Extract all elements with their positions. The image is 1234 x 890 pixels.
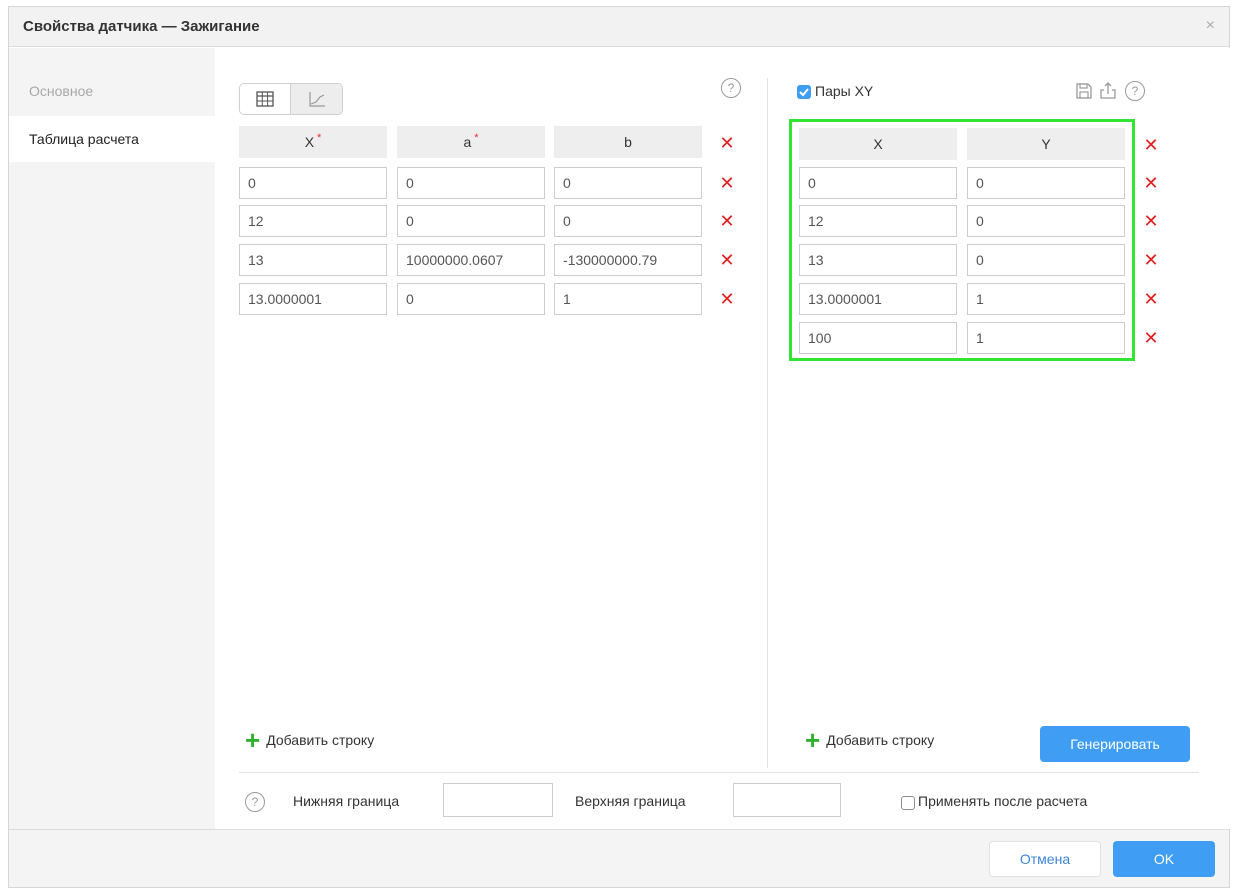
xy-cell-y[interactable]: 0 [967,244,1125,276]
sidebar-item-main[interactable]: Основное [9,68,215,114]
dialog-footer: Отмена OK [9,829,1229,887]
plus-icon: + [245,725,261,755]
sidebar: Основное Таблица расчета [9,48,215,829]
checkmark-icon [799,88,809,97]
delete-row-icon[interactable]: ✕ [719,289,735,309]
table-view-button[interactable] [240,84,291,114]
calc-cell-a[interactable]: 10000000.0607 [397,244,545,276]
delete-row-icon[interactable]: ✕ [1143,289,1159,309]
lower-bound-input[interactable] [443,783,553,817]
upper-bound-input[interactable] [733,783,841,817]
calc-header-a-label: a [463,134,472,150]
xy-help-icon[interactable]: ? [1125,81,1145,101]
calc-header-x: X * [239,126,387,158]
sidebar-item-calc-table[interactable]: Таблица расчета [9,116,215,162]
dialog-titlebar: Свойства датчика — Зажигание × [9,7,1229,47]
view-mode-toggle [239,83,343,115]
calc-header-b: b [554,126,702,158]
plus-icon: + [805,725,821,755]
xy-cell-x[interactable]: 0 [799,167,957,199]
calc-cell-a[interactable]: 0 [397,283,545,315]
apply-after-calc-checkbox[interactable] [901,796,915,810]
xy-cell-x[interactable]: 100 [799,322,957,354]
xy-cell-x[interactable]: 13 [799,244,957,276]
table-view-icon [256,91,274,107]
calc-cell-x[interactable]: 0 [239,167,387,199]
xy-add-row-button[interactable]: + Добавить строку [805,725,935,755]
calc-cell-a[interactable]: 0 [397,205,545,237]
calc-cell-x[interactable]: 13 [239,244,387,276]
calc-header-a: a * [397,126,545,158]
xy-cell-y[interactable]: 1 [967,283,1125,315]
xy-pairs-label[interactable]: Пары XY [815,83,873,99]
delete-row-icon[interactable]: ✕ [719,173,735,193]
xy-add-row-label: Добавить строку [826,732,935,748]
xy-pairs-checkbox[interactable] [797,85,811,99]
xy-cell-y[interactable]: 1 [967,322,1125,354]
bounds-help-icon[interactable]: ? [245,792,265,812]
apply-after-calc-label[interactable]: Применять после расчета [918,793,1087,809]
delete-row-icon[interactable]: ✕ [1143,328,1159,348]
ok-button[interactable]: OK [1113,841,1215,877]
close-icon[interactable]: × [1206,16,1215,36]
xy-header-x: X [799,128,957,160]
dialog-title: Свойства датчика — Зажигание [23,18,260,35]
delete-row-icon[interactable]: ✕ [1143,173,1159,193]
delete-row-icon[interactable]: ✕ [719,211,735,231]
generate-button[interactable]: Генерировать [1040,726,1190,762]
calc-cell-b[interactable]: 0 [554,205,702,237]
delete-row-icon[interactable]: ✕ [1143,211,1159,231]
calc-cell-a[interactable]: 0 [397,167,545,199]
panel-divider [767,78,768,768]
calc-add-row-button[interactable]: + Добавить строку [245,725,375,755]
lower-bound-label: Нижняя граница [293,793,400,809]
xy-cell-y[interactable]: 0 [967,167,1125,199]
delete-row-icon[interactable]: ✕ [1143,250,1159,270]
cancel-button[interactable]: Отмена [989,841,1101,877]
calc-cell-b[interactable]: -130000000.79 [554,244,702,276]
bounds-divider [239,772,1199,773]
save-icon[interactable] [1075,82,1093,100]
xy-header-y: Y [967,128,1125,160]
upper-bound-label: Верхняя граница [575,793,686,809]
required-mark: * [474,132,479,144]
calc-cell-b[interactable]: 1 [554,283,702,315]
required-mark: * [317,132,322,144]
calc-cell-x[interactable]: 13.0000001 [239,283,387,315]
delete-row-icon[interactable]: ✕ [719,250,735,270]
export-icon[interactable] [1099,81,1117,100]
chart-view-icon [308,92,325,107]
xy-cell-x[interactable]: 12 [799,205,957,237]
calc-add-row-label: Добавить строку [266,732,375,748]
delete-column-icon[interactable]: ✕ [1143,135,1159,155]
delete-column-icon[interactable]: ✕ [719,133,735,153]
calc-table-help-icon[interactable]: ? [721,78,741,98]
xy-cell-x[interactable]: 13.0000001 [799,283,957,315]
sensor-properties-dialog: Свойства датчика — Зажигание × Основное … [8,6,1231,888]
calc-cell-b[interactable]: 0 [554,167,702,199]
calc-cell-x[interactable]: 12 [239,205,387,237]
chart-view-button[interactable] [291,84,342,114]
calc-header-x-label: X [304,134,315,150]
calc-table-panel: ? X * a * b ✕ 0 0 0 ✕ 12 0 0 ✕ 13 10000000… [215,48,1231,829]
xy-cell-y[interactable]: 0 [967,205,1125,237]
